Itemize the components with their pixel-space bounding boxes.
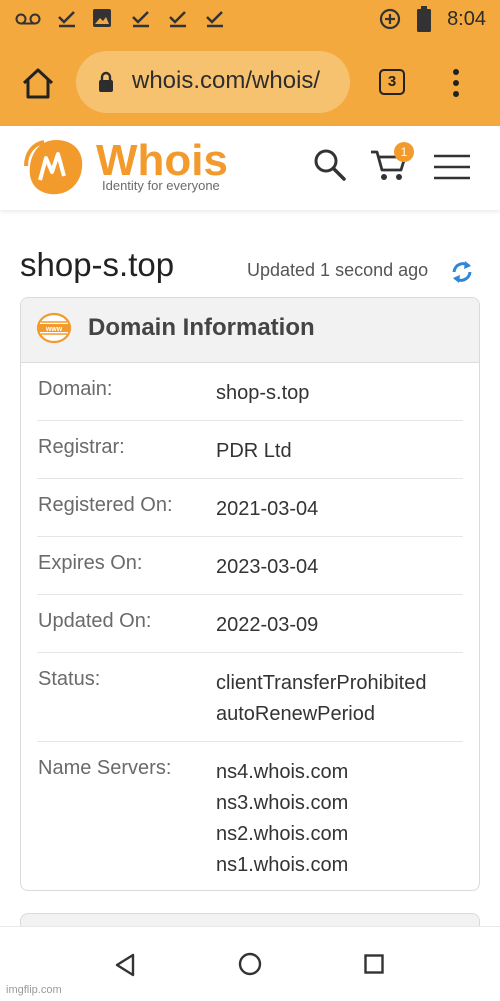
info-row-values: 2021-03-04 (216, 494, 318, 525)
cart-count-badge: 1 (394, 142, 414, 162)
browser-toolbar: whois.com/whois/ 3 (0, 38, 500, 126)
voicemail-icon (15, 13, 41, 25)
check-icon (206, 11, 223, 28)
info-row-values: 2023-03-04 (216, 552, 318, 583)
refresh-icon[interactable] (450, 258, 474, 286)
info-row: Status: clientTransferProhibited autoRenew… (37, 652, 463, 742)
data-saver-icon (379, 8, 401, 30)
info-row: Domain: shop-s.top (37, 362, 463, 421)
battery-icon (417, 6, 431, 32)
info-row-values: ns4.whois.com ns3.whois.com ns2.whois.com n… (216, 757, 348, 881)
updated-text: Updated 1 second ago (247, 260, 429, 280)
info-row-value: 2021-03-04 (216, 498, 319, 520)
status-time: 8:04 (447, 8, 486, 30)
tab-switcher-button[interactable]: 3 (379, 69, 405, 95)
watermark: imgflip.com (6, 984, 62, 996)
info-row-value: 2022-03-09 (216, 614, 319, 636)
info-row-value: 2023-03-04 (216, 556, 319, 578)
info-row-value: ns1.whois.com (216, 854, 349, 876)
info-row: Name Servers: ns4.whois.com ns3.whois.com n… (37, 741, 463, 889)
info-row-label: Registrar: (38, 436, 125, 458)
check-icon (132, 11, 149, 28)
home-icon[interactable] (20, 66, 56, 102)
info-row-value: ns2.whois.com (216, 823, 349, 845)
info-row-values: clientTransferProhibited autoRenewPeriod (216, 668, 426, 730)
info-row: Registered On: 2021-03-04 (37, 478, 463, 537)
page-title: shop-s.top (20, 246, 175, 283)
info-row: Expires On: 2023-03-04 (37, 536, 463, 595)
info-row-values: 2022-03-09 (216, 610, 318, 641)
url-text: whois.com/whois/ (132, 67, 321, 94)
search-icon[interactable] (312, 147, 348, 183)
info-row-label: Expires On: (38, 552, 143, 574)
status-bar: 8:04 (0, 0, 500, 38)
card-title: Domain Information (88, 314, 315, 341)
recents-icon[interactable] (364, 954, 384, 974)
image-icon (93, 9, 111, 27)
info-row-value: ns4.whois.com (216, 761, 349, 783)
card-header: www Domain Information (21, 298, 479, 363)
info-row-values: PDR Ltd (216, 436, 292, 467)
www-icon: www (36, 312, 72, 344)
logo-tagline: Identity for everyone (102, 178, 220, 193)
system-nav-bar (0, 926, 500, 1001)
lock-icon (99, 71, 113, 92)
home-nav-icon[interactable] (238, 952, 262, 976)
check-icon (58, 11, 75, 28)
whois-logo-icon[interactable] (22, 136, 88, 198)
info-row-label: Registered On: (38, 494, 173, 516)
info-row-values: shop-s.top (216, 378, 309, 409)
check-icon (169, 11, 186, 28)
url-bar[interactable]: whois.com/whois/ (76, 51, 350, 113)
info-row-value: autoRenewPeriod (216, 703, 375, 725)
info-row-label: Updated On: (38, 610, 152, 632)
info-row-value: clientTransferProhibited (216, 672, 427, 694)
info-row-label: Status: (38, 668, 101, 690)
domain-info-card: www Domain Information Domain: shop-s.top… (20, 297, 480, 891)
overflow-menu-icon[interactable] (446, 68, 466, 98)
info-row-value: PDR Ltd (216, 440, 292, 462)
info-row: Registrar: PDR Ltd (37, 420, 463, 479)
info-row: Updated On: 2022-03-09 (37, 594, 463, 653)
back-icon[interactable] (114, 953, 136, 977)
info-row-label: Name Servers: (38, 757, 172, 779)
info-row-value: shop-s.top (216, 382, 310, 404)
svg-text:www: www (45, 326, 63, 333)
info-row-label: Domain: (38, 378, 113, 400)
site-header: Whois Identity for everyone 1 (0, 126, 500, 210)
menu-icon[interactable] (433, 154, 471, 180)
info-row-value: ns3.whois.com (216, 792, 349, 814)
